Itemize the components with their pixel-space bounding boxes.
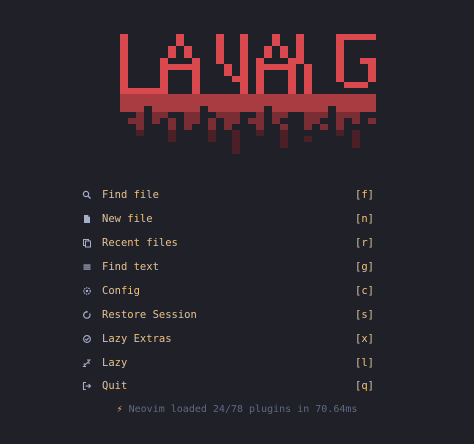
- lavag-logo: [120, 34, 376, 154]
- menu-item-shortcut: [n]: [355, 213, 374, 225]
- lightning-icon: ⚡: [116, 403, 123, 415]
- menu-item-shortcut: [r]: [355, 237, 374, 249]
- menu-item-recent-files[interactable]: Recent files [r]: [82, 233, 374, 253]
- new-file-icon: [82, 214, 102, 224]
- menu-item-new-file[interactable]: New file [n]: [82, 209, 374, 229]
- text-lines-icon: [82, 262, 102, 272]
- menu-item-label: Quit: [102, 380, 128, 392]
- menu-item-shortcut: [q]: [355, 380, 374, 392]
- menu-item-shortcut: [f]: [355, 189, 374, 201]
- recent-files-icon: [82, 238, 102, 248]
- search-icon: [82, 190, 102, 200]
- menu-item-label: Restore Session: [102, 309, 197, 321]
- extras-icon: [82, 334, 102, 344]
- menu-item-label: Find text: [102, 261, 159, 273]
- menu-item-restore-session[interactable]: Restore Session [s]: [82, 305, 374, 325]
- logo-drips: [120, 94, 376, 154]
- menu-item-label: Config: [102, 285, 140, 297]
- sleep-icon: [82, 358, 102, 368]
- menu-item-lazy-extras[interactable]: Lazy Extras [x]: [82, 329, 374, 349]
- menu-item-label: New file: [102, 213, 153, 225]
- gear-icon: [82, 286, 102, 296]
- menu-item-label: Lazy: [102, 357, 128, 369]
- menu-item-shortcut: [l]: [355, 357, 374, 369]
- restore-icon: [82, 310, 102, 320]
- menu-item-label: Find file: [102, 189, 159, 201]
- menu-item-find-text[interactable]: Find text [g]: [82, 257, 374, 277]
- menu-item-shortcut: [g]: [355, 261, 374, 273]
- menu-item-shortcut: [x]: [355, 333, 374, 345]
- menu-item-shortcut: [s]: [355, 309, 374, 321]
- menu-item-quit[interactable]: Quit [q]: [82, 376, 374, 396]
- startup-stats: ⚡ Neovim loaded 24/78 plugins in 70.64ms: [0, 401, 474, 417]
- menu-item-label: Lazy Extras: [102, 333, 172, 345]
- startup-stats-text: Neovim loaded 24/78 plugins in 70.64ms: [128, 403, 358, 415]
- quit-icon: [82, 381, 102, 391]
- menu-item-label: Recent files: [102, 237, 178, 249]
- menu-item-shortcut: [c]: [355, 285, 374, 297]
- menu-item-config[interactable]: Config [c]: [82, 281, 374, 301]
- menu-item-lazy[interactable]: Lazy [l]: [82, 353, 374, 373]
- logo-letters: [120, 34, 376, 94]
- menu-item-find-file[interactable]: Find file [f]: [82, 185, 374, 205]
